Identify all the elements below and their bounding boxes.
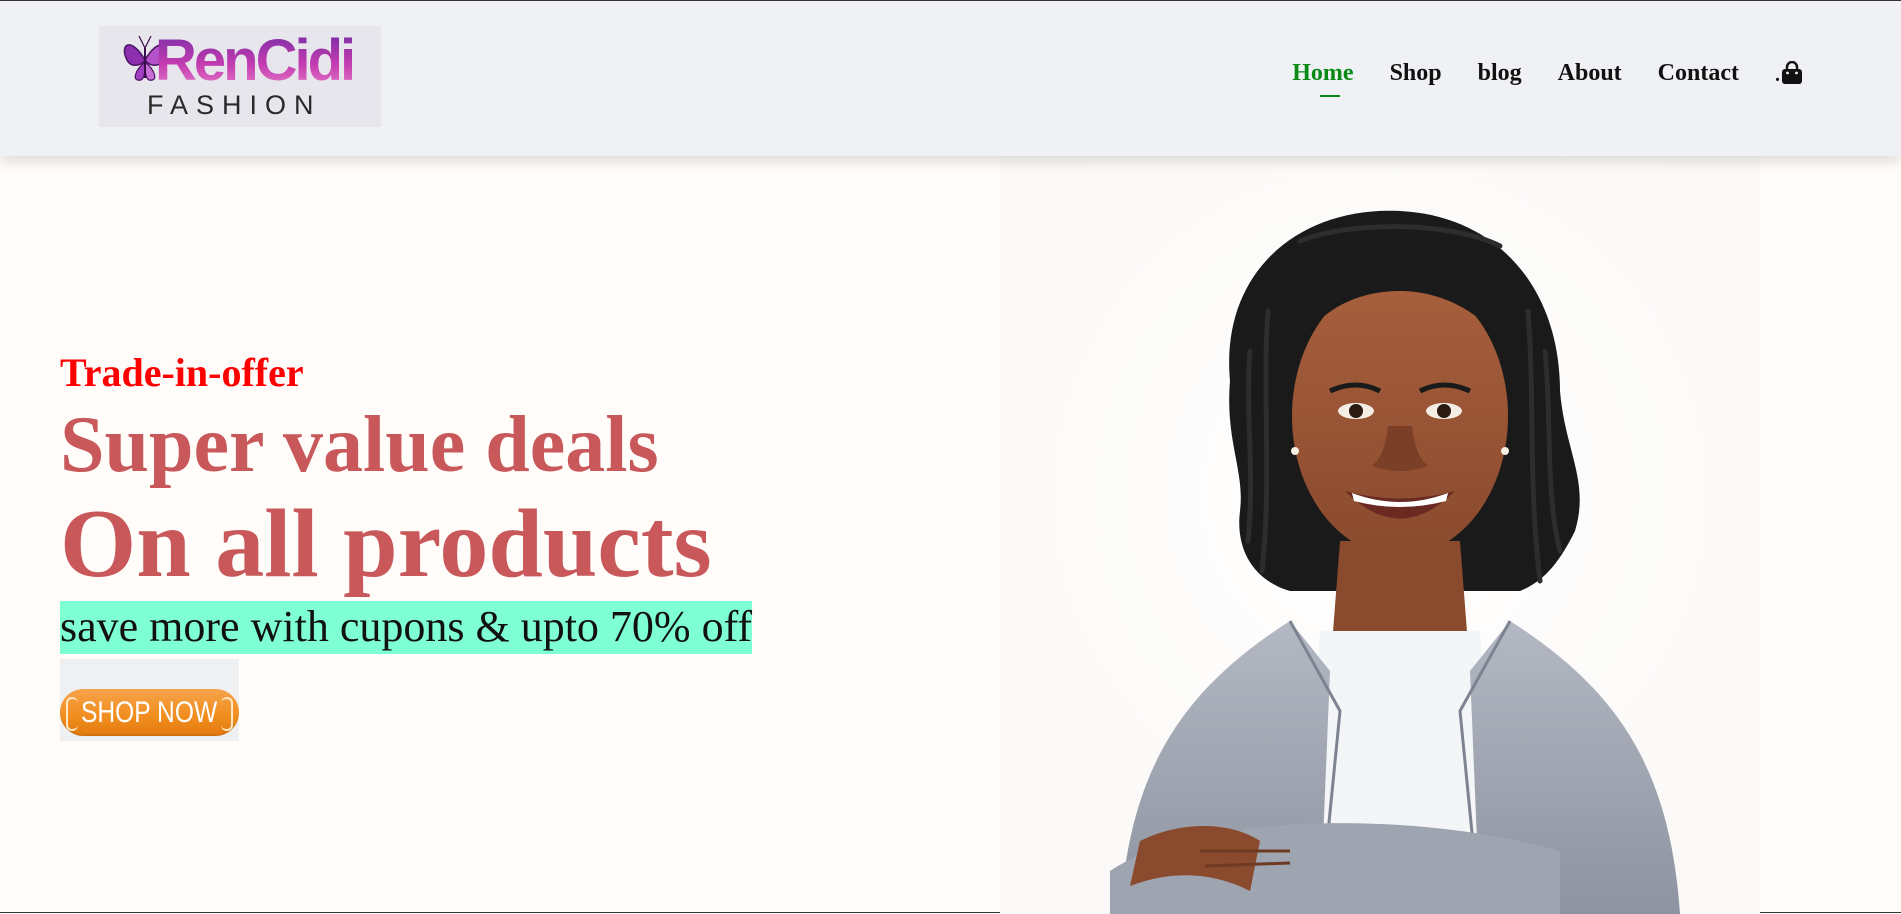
nav-shop[interactable]: Shop [1390,61,1442,85]
logo-subtitle: FASHION [147,90,322,120]
main-nav: Home Shop blog About Contact . [1256,61,1803,97]
site-logo[interactable]: RenCidi FASHION [99,26,381,127]
nav-contact[interactable]: Contact [1658,61,1739,85]
hero-tagline: save more with cupons & upto 70% off [60,601,753,655]
shop-now-label: SHOP NOW [81,695,218,729]
hero-headline-1: Super value deals [60,401,659,489]
logo-wordmark: RenCidi [155,28,356,93]
shopping-bag-icon [1782,61,1802,84]
nav-about[interactable]: About [1558,61,1622,85]
site-header: RenCidi FASHION Home Shop blog About Con… [0,1,1901,156]
hero-headline-2: On all products [60,490,712,598]
cart-button[interactable]: . [1775,61,1803,85]
shop-now-button[interactable]: SHOP NOW [60,689,239,736]
hero-eyebrow: Trade-in-offer [60,350,304,395]
nav-blog[interactable]: blog [1478,61,1522,85]
hero-copy: Trade-in-offer Super value deals On all … [60,350,753,655]
hero-model-image [1000,151,1760,914]
shop-now-container: SHOP NOW [60,659,239,741]
cart-prefix: . [1775,64,1780,86]
nav-home[interactable]: Home [1292,61,1354,97]
